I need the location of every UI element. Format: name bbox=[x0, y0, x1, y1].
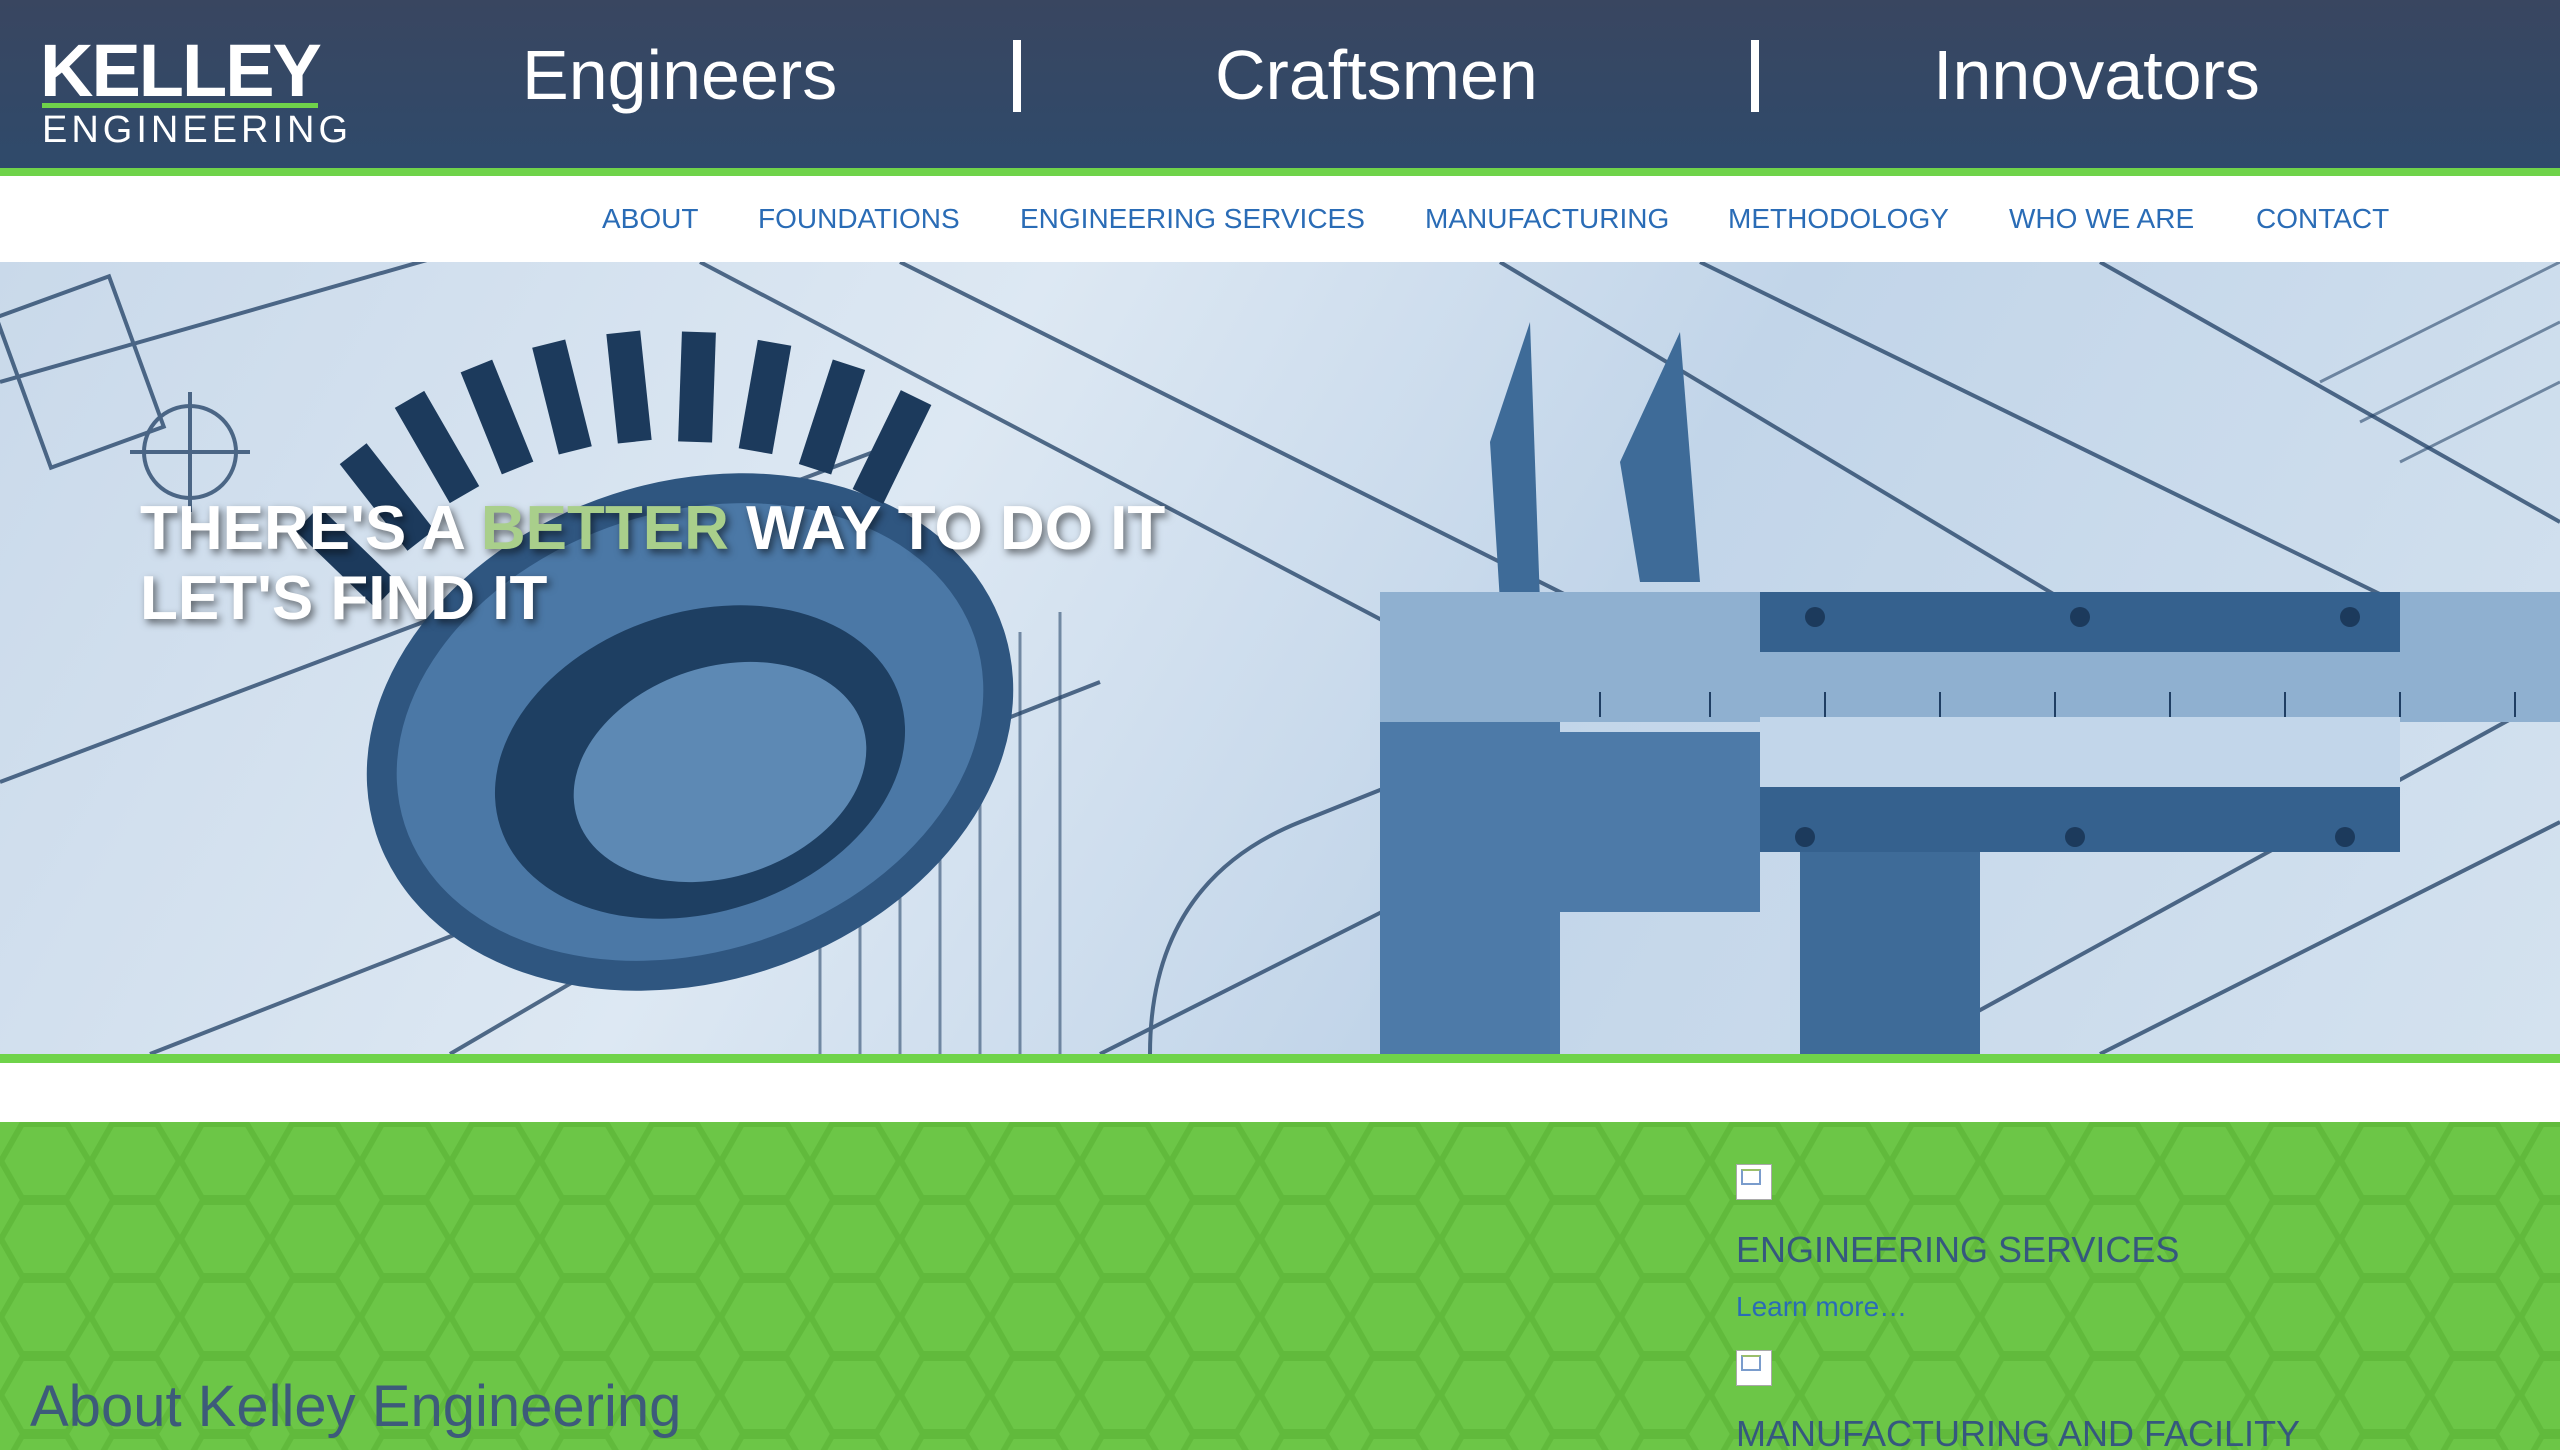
hero-blueprint-image bbox=[0, 262, 2560, 1054]
slogan-craftsmen: Craftsmen bbox=[1215, 36, 1538, 114]
service-title-manufacturing[interactable]: MANUFACTURING AND FACILITY bbox=[1736, 1412, 2300, 1450]
hero-headline-line-1: THERE'S A BETTER WAY TO DO IT bbox=[140, 494, 1165, 564]
nav-foundations[interactable]: FOUNDATIONS bbox=[758, 196, 960, 242]
logo-subtitle: ENGINEERING bbox=[42, 109, 353, 151]
nav-who-we-are[interactable]: WHO WE ARE bbox=[2009, 196, 2194, 242]
hero-headline: THERE'S A BETTER WAY TO DO IT LET'S FIND… bbox=[140, 494, 1165, 634]
about-heading: About Kelley Engineering bbox=[30, 1374, 682, 1439]
service-title-engineering[interactable]: ENGINEERING SERVICES bbox=[1736, 1228, 2179, 1272]
hero-accent-line bbox=[0, 1054, 2560, 1063]
slogan-innovators: Innovators bbox=[1933, 36, 2260, 114]
nav-about[interactable]: ABOUT bbox=[602, 196, 698, 242]
header-accent-line bbox=[0, 168, 2560, 176]
hero-banner: THERE'S A BETTER WAY TO DO IT LET'S FIND… bbox=[0, 262, 2560, 1054]
nav-engineering-services[interactable]: ENGINEERING SERVICES bbox=[1020, 196, 1365, 242]
hero-headline-prefix: THERE'S A bbox=[140, 494, 481, 563]
main-nav: ABOUT FOUNDATIONS ENGINEERING SERVICES M… bbox=[0, 176, 2560, 262]
learn-more-link[interactable]: Learn more… bbox=[1736, 1290, 1907, 1324]
hero-headline-accent: BETTER bbox=[480, 494, 729, 563]
hero-headline-line-2: LET'S FIND IT bbox=[140, 564, 548, 633]
kelley-engineering-logo[interactable]: KELLEY ENGINEERING bbox=[40, 29, 348, 152]
slogan-separator bbox=[1751, 40, 1759, 112]
nav-manufacturing[interactable]: MANUFACTURING bbox=[1425, 196, 1669, 242]
content-section: About Kelley Engineering ENGINEERING SER… bbox=[0, 1122, 2560, 1450]
logo-underline bbox=[42, 103, 318, 108]
slogan-separator bbox=[1013, 40, 1021, 112]
broken-image-icon bbox=[1736, 1164, 1772, 1200]
logo-wordmark: KELLEY bbox=[40, 29, 322, 112]
nav-contact[interactable]: CONTACT bbox=[2256, 196, 2389, 242]
top-banner: KELLEY ENGINEERING Engineers Craftsmen I… bbox=[0, 0, 2560, 168]
hero-headline-suffix: WAY TO DO IT bbox=[728, 494, 1166, 563]
slogan-engineers: Engineers bbox=[522, 36, 838, 114]
broken-image-icon bbox=[1736, 1350, 1772, 1386]
nav-methodology[interactable]: METHODOLOGY bbox=[1728, 196, 1949, 242]
